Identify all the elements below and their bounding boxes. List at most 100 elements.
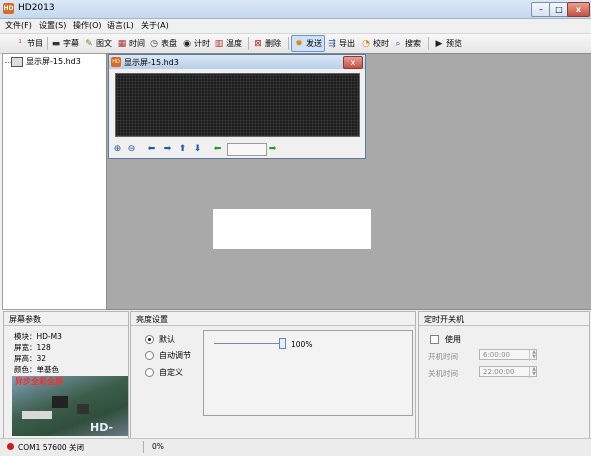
preview-button[interactable]: ▶ 预览: [434, 36, 462, 51]
width-value: 屏宽：128: [14, 343, 51, 352]
screen-window: HD 显示屏-15.hd3 x ⊕ ⊖ ⬅ ➡ ⬆ ⬇ ⬅ ➡: [108, 54, 366, 159]
subtitle-icon: ▬: [51, 38, 61, 49]
screen-window-close-button[interactable]: x: [343, 56, 363, 69]
panel-divider: [4, 325, 128, 326]
board-chip: [52, 396, 68, 408]
connection-status-icon: [7, 443, 14, 450]
on-time-value: 6:00:00: [483, 351, 510, 359]
thermometer-icon: ▥: [214, 38, 224, 49]
program-icon: ¹: [18, 38, 22, 49]
menu-settings[interactable]: 设置(S): [39, 20, 66, 31]
calibrate-label: 校时: [373, 39, 389, 48]
color-value: 颜色：单基色: [14, 365, 59, 374]
screen-params-title: 屏幕参数: [9, 315, 41, 324]
radio-dot: [145, 335, 154, 344]
screen-window-titlebar[interactable]: HD 显示屏-15.hd3 x: [109, 55, 365, 69]
image-text-label: 图文: [96, 39, 112, 48]
toolbar-separator: [288, 37, 289, 50]
play-icon: ▶: [435, 38, 443, 49]
delete-button[interactable]: ⊠ 删除: [253, 36, 281, 51]
panel-divider: [419, 325, 589, 326]
port-status: COM1 57600 关闭: [18, 443, 85, 452]
off-time-label: 关机时间: [428, 369, 458, 378]
menu-bar: 文件(F) 设置(S) 操作(O) 语言(L) 关于(A): [0, 19, 591, 33]
enable-label: 使用: [445, 335, 461, 344]
program-button[interactable]: ¹ 节目: [15, 36, 43, 51]
radio-auto[interactable]: 自动调节: [145, 350, 191, 361]
subtitle-label: 字幕: [63, 39, 79, 48]
zoom-out-icon[interactable]: ⊖: [126, 144, 137, 155]
screen-canvas: [213, 209, 371, 249]
export-button[interactable]: ⇶ 导出: [327, 36, 355, 51]
temperature-button[interactable]: ▥ 温度: [214, 36, 242, 51]
calendar-icon: ▦: [117, 38, 127, 49]
off-time-value: 22:00:00: [483, 368, 515, 376]
search-button[interactable]: ⌕ 搜索: [393, 36, 421, 51]
countdown-button[interactable]: ◉ 计时: [182, 36, 210, 51]
maximize-button[interactable]: □: [549, 2, 569, 17]
zoom-in-icon[interactable]: ⊕: [112, 144, 123, 155]
delete-icon: ⊠: [254, 38, 262, 49]
close-button[interactable]: x: [567, 2, 590, 17]
checkbox-box: [430, 335, 439, 344]
module-value: 模块：HD-M3: [14, 332, 62, 341]
panel-divider: [131, 325, 415, 326]
dial-label: 表盘: [161, 39, 177, 48]
screen-params-panel: 屏幕参数 模块：HD-M3 屏宽：128 屏高：32 颜色：单基色 异步全彩全屏…: [3, 311, 129, 439]
app-icon: HD: [3, 3, 14, 14]
delete-label: 删除: [265, 39, 281, 48]
menu-language[interactable]: 语言(L): [107, 20, 134, 31]
tree-item-screen[interactable]: 显示屏-15.hd3: [11, 56, 81, 67]
brightness-value: 100%: [291, 340, 313, 349]
brightness-slider-thumb[interactable]: [279, 338, 286, 349]
menu-about[interactable]: 关于(A): [141, 20, 169, 31]
clock-icon: ◷: [150, 38, 158, 49]
minimize-button[interactable]: –: [531, 2, 551, 17]
menu-operation[interactable]: 操作(O): [73, 20, 102, 31]
export-icon: ⇶: [328, 38, 336, 49]
board-model: HD-C3: [90, 421, 114, 436]
brightness-slider-track[interactable]: [214, 343, 282, 344]
tree-item-label: 显示屏-15.hd3: [26, 57, 81, 66]
board-chip: [77, 404, 89, 414]
arrow-right-icon[interactable]: ➡: [162, 144, 173, 155]
time-button[interactable]: ▦ 时间: [117, 36, 145, 51]
preview-label: 预览: [446, 39, 462, 48]
temperature-label: 温度: [226, 39, 242, 48]
enable-checkbox[interactable]: 使用: [430, 334, 461, 345]
radio-dot: [145, 368, 154, 377]
toolbar-separator: [248, 37, 249, 50]
dial-button[interactable]: ◷ 表盘: [149, 36, 177, 51]
search-label: 搜索: [405, 39, 421, 48]
toolbar: ¹ 节目 ▬ 字幕 ✎ 图文 ▦ 时间 ◷ 表盘 ◉ 计时 ▥ 温度 ⊠ 删除 …: [0, 33, 591, 54]
green-right-icon[interactable]: ➡: [267, 144, 278, 155]
radio-custom-label: 自定义: [159, 368, 183, 377]
board-connector: [22, 411, 52, 419]
on-time-spinner[interactable]: ▲ ▼: [529, 350, 538, 361]
screen-window-title: 显示屏-15.hd3: [124, 58, 179, 67]
menu-file[interactable]: 文件(F): [5, 20, 32, 31]
radio-default-label: 默认: [159, 335, 175, 344]
screen-tree: 显示屏-15.hd3: [2, 53, 107, 310]
radio-auto-label: 自动调节: [159, 351, 191, 360]
title-bar: HD HD2013 – □ x: [0, 0, 591, 19]
green-left-icon[interactable]: ⬅: [212, 144, 223, 155]
arrow-up-icon[interactable]: ⬆: [177, 144, 188, 155]
subtitle-button[interactable]: ▬ 字幕: [51, 36, 79, 51]
brightness-title: 亮度设置: [136, 315, 168, 324]
off-time-spinner[interactable]: ▲ ▼: [529, 367, 538, 378]
search-icon: ⌕: [395, 38, 401, 49]
calibrate-clock-icon: ◔: [362, 38, 370, 49]
arrow-down-icon[interactable]: ⬇: [192, 144, 203, 155]
program-label: 节目: [27, 39, 43, 48]
calibrate-button[interactable]: ◔ 校时: [361, 36, 389, 51]
toolbar-separator: [428, 37, 429, 50]
height-value: 屏高：32: [14, 354, 47, 363]
page-input[interactable]: [227, 143, 267, 156]
image-text-button[interactable]: ✎ 图文: [84, 36, 112, 51]
brightness-panel: 亮度设置 默认 自动调节 自定义 100%: [130, 311, 416, 439]
arrow-left-icon[interactable]: ⬅: [146, 144, 157, 155]
radio-custom[interactable]: 自定义: [145, 367, 183, 378]
send-button[interactable]: ✹ 发送: [291, 35, 325, 52]
radio-default[interactable]: 默认: [145, 334, 175, 345]
